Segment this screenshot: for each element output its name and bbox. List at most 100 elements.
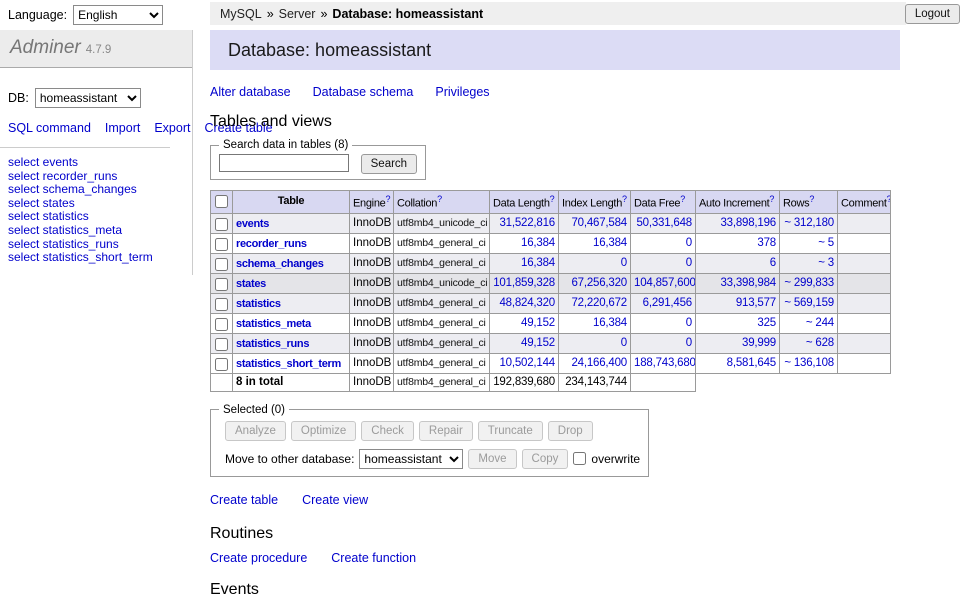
rows-link[interactable]: ~ 312,180	[784, 217, 834, 229]
row-checkbox[interactable]	[215, 318, 228, 331]
move-button[interactable]: Move	[468, 449, 516, 469]
table-link-states[interactable]: states	[236, 278, 266, 290]
data-length-link[interactable]: 48,824,320	[499, 297, 555, 309]
help-icon[interactable]: ?	[385, 194, 390, 204]
auto-increment-link[interactable]: 8,581,645	[727, 357, 776, 369]
sidebar-table-select-statistics-meta[interactable]: select statistics_meta	[8, 224, 192, 238]
data-free-link[interactable]: 188,743,680	[634, 357, 696, 369]
index-length-link[interactable]: 67,256,320	[571, 277, 627, 289]
help-icon[interactable]: ?	[550, 194, 555, 204]
sidebar-table-select-statistics-short-term[interactable]: select statistics_short_term	[8, 251, 192, 265]
rows-link[interactable]: ~ 628	[806, 337, 834, 349]
data-free-link[interactable]: 50,331,648	[636, 217, 692, 229]
index-length-link[interactable]: 24,166,400	[571, 357, 627, 369]
rows-link[interactable]: ~ 299,833	[784, 277, 834, 289]
rows-link[interactable]: ~ 244	[806, 317, 834, 329]
rows-link[interactable]: ~ 5	[818, 237, 834, 249]
help-icon[interactable]: ?	[437, 194, 442, 204]
sidebar-table-select-events[interactable]: select events	[8, 156, 192, 170]
check-button[interactable]: Check	[361, 421, 414, 441]
auto-increment-link[interactable]: 913,577	[736, 297, 776, 309]
table-link-statistics_runs[interactable]: statistics_runs	[236, 338, 309, 350]
sidebar-table-select-statistics[interactable]: select statistics	[8, 210, 192, 224]
drop-button[interactable]: Drop	[548, 421, 593, 441]
data-free-link[interactable]: 0	[686, 337, 692, 349]
search-input[interactable]	[219, 154, 349, 172]
auto-increment-link[interactable]: 325	[757, 317, 776, 329]
data-free-link[interactable]: 6,291,456	[643, 297, 692, 309]
row-checkbox[interactable]	[215, 238, 228, 251]
db-link-privileges[interactable]: Privileges	[435, 85, 489, 99]
table-link-recorder_runs[interactable]: recorder_runs	[236, 238, 307, 250]
data-free-link[interactable]: 0	[686, 317, 692, 329]
sidebar-action-sql-command[interactable]: SQL command	[8, 121, 91, 135]
table-link-statistics_meta[interactable]: statistics_meta	[236, 318, 311, 330]
table-link-statistics_short_term[interactable]: statistics_short_term	[236, 358, 341, 370]
row-checkbox[interactable]	[215, 358, 228, 371]
repair-button[interactable]: Repair	[419, 421, 473, 441]
move-db-select[interactable]: homeassistant	[359, 449, 463, 469]
sidebar-table-select-schema-changes[interactable]: select schema_changes	[8, 183, 192, 197]
breadcrumb-link-server[interactable]: Server	[279, 7, 316, 21]
sidebar-action-import[interactable]: Import	[105, 121, 140, 135]
index-length-link[interactable]: 72,220,672	[571, 297, 627, 309]
help-icon[interactable]: ?	[622, 194, 627, 204]
sidebar-table-select-recorder-runs[interactable]: select recorder_runs	[8, 170, 192, 184]
index-length-link[interactable]: 0	[621, 257, 627, 269]
index-length-link[interactable]: 70,467,584	[571, 217, 627, 229]
auto-increment-link[interactable]: 6	[770, 257, 776, 269]
data-length-link[interactable]: 49,152	[521, 317, 555, 329]
link-create-view[interactable]: Create view	[302, 493, 368, 507]
help-icon[interactable]: ?	[809, 194, 814, 204]
rows-link[interactable]: ~ 136,108	[784, 357, 834, 369]
data-free-link[interactable]: 0	[686, 257, 692, 269]
row-checkbox[interactable]	[215, 338, 228, 351]
index-length-link[interactable]: 16,384	[593, 237, 627, 249]
data-length-link[interactable]: 49,152	[521, 337, 555, 349]
optimize-button[interactable]: Optimize	[291, 421, 356, 441]
db-select[interactable]: homeassistant	[35, 88, 141, 108]
search-button[interactable]: Search	[361, 154, 417, 174]
data-length-link[interactable]: 16,384	[521, 257, 555, 269]
data-length-link[interactable]: 31,522,816	[499, 217, 555, 229]
link-create-function[interactable]: Create function	[331, 551, 416, 565]
sidebar-table-select-states[interactable]: select states	[8, 197, 192, 211]
data-free-link[interactable]: 104,857,600	[634, 277, 696, 289]
data-length-link[interactable]: 10,502,144	[499, 357, 555, 369]
select-all-checkbox[interactable]	[215, 195, 228, 208]
row-checkbox[interactable]	[215, 258, 228, 271]
logout-button[interactable]: Logout	[905, 4, 960, 24]
table-link-events[interactable]: events	[236, 218, 269, 230]
breadcrumb-link-mysql[interactable]: MySQL	[220, 7, 262, 21]
analyze-button[interactable]: Analyze	[225, 421, 286, 441]
index-length-link[interactable]: 0	[621, 337, 627, 349]
auto-increment-link[interactable]: 33,398,984	[720, 277, 776, 289]
sidebar-table-select-statistics-runs[interactable]: select statistics_runs	[8, 238, 192, 252]
link-create-table[interactable]: Create table	[210, 493, 278, 507]
truncate-button[interactable]: Truncate	[478, 421, 543, 441]
table-link-statistics[interactable]: statistics	[236, 298, 281, 310]
table-link-schema_changes[interactable]: schema_changes	[236, 258, 324, 270]
auto-increment-link[interactable]: 39,999	[742, 337, 776, 349]
db-link-database-schema[interactable]: Database schema	[313, 85, 414, 99]
row-checkbox[interactable]	[215, 298, 228, 311]
db-link-alter-database[interactable]: Alter database	[210, 85, 291, 99]
rows-link[interactable]: ~ 3	[818, 257, 834, 269]
row-checkbox[interactable]	[215, 218, 228, 231]
sidebar-action-export[interactable]: Export	[154, 121, 190, 135]
help-icon[interactable]: ?	[769, 194, 774, 204]
link-create-procedure[interactable]: Create procedure	[210, 551, 307, 565]
language-select[interactable]: English	[73, 5, 163, 25]
data-free-link[interactable]: 0	[686, 237, 692, 249]
help-icon[interactable]: ?	[680, 194, 685, 204]
index-length-link[interactable]: 16,384	[593, 317, 627, 329]
help-icon[interactable]: ?	[887, 194, 891, 204]
rows-link[interactable]: ~ 569,159	[784, 297, 834, 309]
row-checkbox[interactable]	[215, 278, 228, 291]
overwrite-checkbox[interactable]	[573, 452, 586, 465]
data-length-link[interactable]: 101,859,328	[493, 277, 555, 289]
data-length-link[interactable]: 16,384	[521, 237, 555, 249]
auto-increment-link[interactable]: 33,898,196	[720, 217, 776, 229]
copy-button[interactable]: Copy	[522, 449, 569, 469]
auto-increment-link[interactable]: 378	[757, 237, 776, 249]
